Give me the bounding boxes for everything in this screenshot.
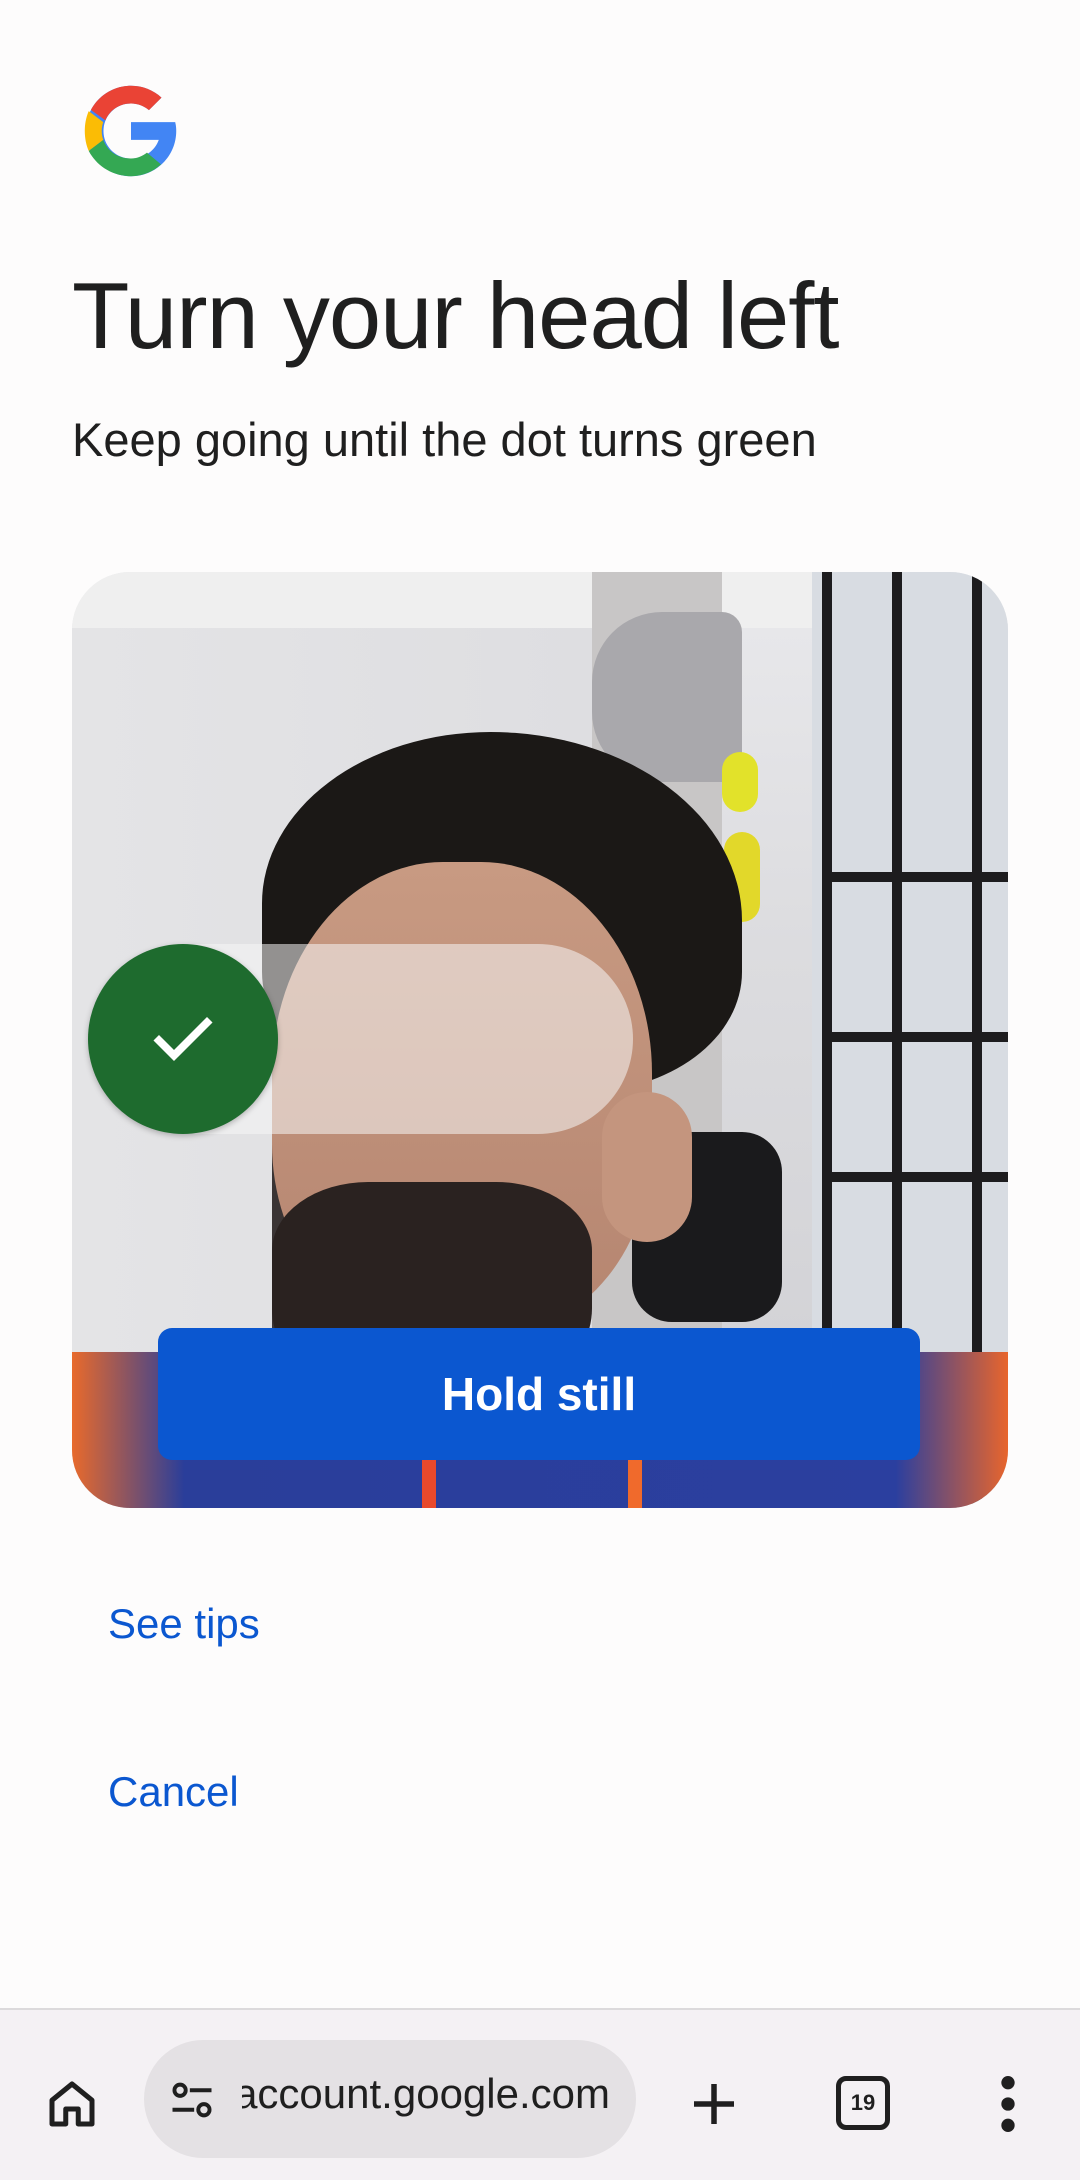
more-vertical-icon[interactable] xyxy=(996,2072,1020,2136)
browser-toolbar: account.google.com 19 xyxy=(0,2008,1080,2180)
new-tab-icon[interactable] xyxy=(684,2074,744,2134)
page-title: Turn your head left xyxy=(72,263,840,368)
see-tips-link[interactable]: See tips xyxy=(108,1600,260,1648)
tab-switcher-button[interactable]: 19 xyxy=(836,2076,890,2130)
checkmark-icon xyxy=(153,1016,213,1062)
cancel-link[interactable]: Cancel xyxy=(108,1768,239,1816)
person-ear xyxy=(602,1092,692,1242)
home-icon[interactable] xyxy=(42,2074,102,2134)
hold-still-status: Hold still xyxy=(158,1328,920,1460)
camera-preview: Hold still xyxy=(72,572,1008,1508)
address-bar[interactable]: account.google.com xyxy=(144,2040,636,2158)
google-logo-icon xyxy=(84,85,180,177)
head-turn-progress-dot xyxy=(88,944,278,1134)
page-subtitle: Keep going until the dot turns green xyxy=(72,413,817,466)
site-settings-icon[interactable] xyxy=(166,2074,218,2126)
camera-background-toy xyxy=(722,752,758,812)
url-text: account.google.com xyxy=(242,2070,610,2117)
identity-verification-page: Turn your head left Keep going until the… xyxy=(0,0,1080,2180)
